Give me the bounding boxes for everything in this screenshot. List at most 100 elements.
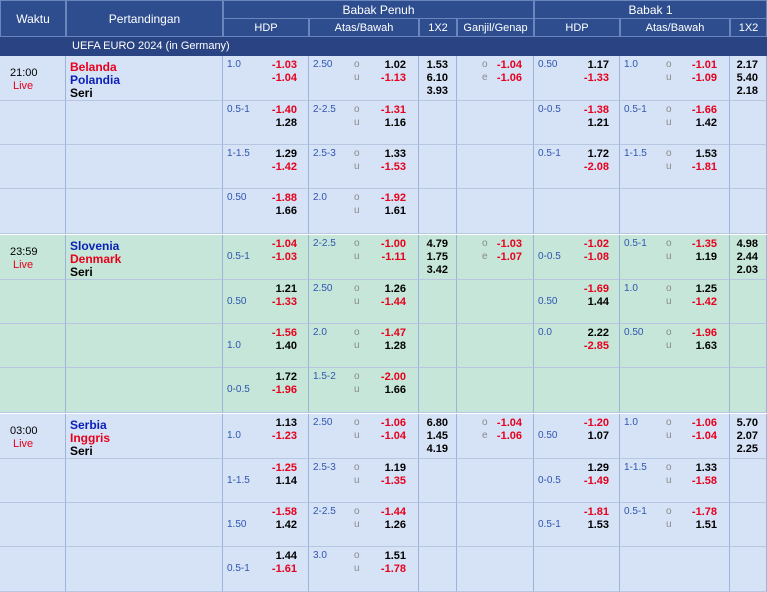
h1-1x2-home-odds[interactable]: 5.70	[718, 417, 758, 429]
h1-over-odds[interactable]: 1.33	[677, 462, 717, 474]
hdp-away-odds[interactable]: 1.28	[257, 117, 297, 129]
under-odds[interactable]: -1.78	[366, 563, 406, 575]
over-odds[interactable]: 1.02	[366, 59, 406, 71]
h1-over-odds[interactable]: -1.96	[677, 327, 717, 339]
h1-over-odds[interactable]: 1.53	[677, 148, 717, 160]
h1-hdp-home-odds[interactable]: -1.20	[569, 417, 609, 429]
h1-under-odds[interactable]: 1.42	[677, 117, 717, 129]
hdp-away-odds[interactable]: -1.03	[257, 251, 297, 263]
hdp-away-odds[interactable]: -1.33	[257, 296, 297, 308]
hdp-away-odds[interactable]: 1.66	[257, 205, 297, 217]
under-odds[interactable]: -1.04	[366, 430, 406, 442]
hdp-home-odds[interactable]: -1.88	[257, 192, 297, 204]
h1-1x2-draw-odds[interactable]: 2.25	[718, 443, 758, 455]
hdp-home-odds[interactable]: -1.04	[257, 238, 297, 250]
under-odds[interactable]: 1.26	[366, 519, 406, 531]
h1-over-odds[interactable]: -1.01	[677, 59, 717, 71]
h1-hdp-away-odds[interactable]: -2.08	[569, 161, 609, 173]
h1-hdp-away-odds[interactable]: 1.21	[569, 117, 609, 129]
hdp-home-odds[interactable]: 1.72	[257, 371, 297, 383]
h1-under-odds[interactable]: 1.19	[677, 251, 717, 263]
h1-hdp-home-odds[interactable]: -1.69	[569, 283, 609, 295]
hdp-home-odds[interactable]: -1.58	[257, 506, 297, 518]
hdp-home-odds[interactable]: 1.29	[257, 148, 297, 160]
h1-1x2-away-odds[interactable]: 5.40	[718, 72, 758, 84]
h1-hdp-home-odds[interactable]: 1.72	[569, 148, 609, 160]
1x2-away-odds[interactable]: 1.75	[408, 251, 448, 263]
under-odds[interactable]: 1.28	[366, 340, 406, 352]
h1-hdp-home-odds[interactable]: -1.02	[569, 238, 609, 250]
under-odds[interactable]: 1.61	[366, 205, 406, 217]
h1-hdp-home-odds[interactable]: 1.17	[569, 59, 609, 71]
hdp-home-odds[interactable]: 1.13	[257, 417, 297, 429]
under-odds[interactable]: -1.44	[366, 296, 406, 308]
h1-hdp-away-odds[interactable]: 1.44	[569, 296, 609, 308]
1x2-draw-odds[interactable]: 4.19	[408, 443, 448, 455]
h1-hdp-away-odds[interactable]: 1.07	[569, 430, 609, 442]
even-odds[interactable]: -1.06	[482, 430, 522, 442]
h1-under-odds[interactable]: -1.58	[677, 475, 717, 487]
h1-over-odds[interactable]: -1.06	[677, 417, 717, 429]
over-odds[interactable]: 1.19	[366, 462, 406, 474]
1x2-draw-odds[interactable]: 3.93	[408, 85, 448, 97]
h1-hdp-home-odds[interactable]: -1.81	[569, 506, 609, 518]
h1-under-odds[interactable]: 1.63	[677, 340, 717, 352]
under-odds[interactable]: 1.16	[366, 117, 406, 129]
h1-hdp-away-odds[interactable]: -1.08	[569, 251, 609, 263]
h1-1x2-away-odds[interactable]: 2.44	[718, 251, 758, 263]
under-odds[interactable]: -1.11	[366, 251, 406, 263]
h1-under-odds[interactable]: 1.51	[677, 519, 717, 531]
under-odds[interactable]: -1.53	[366, 161, 406, 173]
h1-over-odds[interactable]: 1.25	[677, 283, 717, 295]
hdp-home-odds[interactable]: -1.40	[257, 104, 297, 116]
1x2-home-odds[interactable]: 6.80	[408, 417, 448, 429]
1x2-home-odds[interactable]: 4.79	[408, 238, 448, 250]
even-odds[interactable]: -1.06	[482, 72, 522, 84]
under-odds[interactable]: -1.13	[366, 72, 406, 84]
1x2-away-odds[interactable]: 1.45	[408, 430, 448, 442]
over-odds[interactable]: -1.06	[366, 417, 406, 429]
h1-1x2-draw-odds[interactable]: 2.03	[718, 264, 758, 276]
hdp-away-odds[interactable]: 1.14	[257, 475, 297, 487]
h1-hdp-away-odds[interactable]: -1.33	[569, 72, 609, 84]
hdp-away-odds[interactable]: -1.23	[257, 430, 297, 442]
hdp-home-odds[interactable]: -1.56	[257, 327, 297, 339]
over-odds[interactable]: 1.33	[366, 148, 406, 160]
hdp-home-odds[interactable]: -1.25	[257, 462, 297, 474]
h1-hdp-away-odds[interactable]: -1.49	[569, 475, 609, 487]
h1-under-odds[interactable]: -1.04	[677, 430, 717, 442]
h1-hdp-away-odds[interactable]: -2.85	[569, 340, 609, 352]
h1-hdp-away-odds[interactable]: 1.53	[569, 519, 609, 531]
h1-hdp-home-odds[interactable]: 2.22	[569, 327, 609, 339]
even-odds[interactable]: -1.07	[482, 251, 522, 263]
hdp-away-odds[interactable]: -1.04	[257, 72, 297, 84]
h1-1x2-draw-odds[interactable]: 2.18	[718, 85, 758, 97]
odd-odds[interactable]: -1.04	[482, 59, 522, 71]
h1-under-odds[interactable]: -1.09	[677, 72, 717, 84]
over-odds[interactable]: 1.26	[366, 283, 406, 295]
hdp-home-odds[interactable]: -1.03	[257, 59, 297, 71]
1x2-away-odds[interactable]: 6.10	[408, 72, 448, 84]
h1-over-odds[interactable]: -1.66	[677, 104, 717, 116]
odd-odds[interactable]: -1.04	[482, 417, 522, 429]
under-odds[interactable]: 1.66	[366, 384, 406, 396]
over-odds[interactable]: -1.31	[366, 104, 406, 116]
odd-odds[interactable]: -1.03	[482, 238, 522, 250]
hdp-away-odds[interactable]: 1.42	[257, 519, 297, 531]
over-odds[interactable]: -1.92	[366, 192, 406, 204]
under-odds[interactable]: -1.35	[366, 475, 406, 487]
h1-1x2-home-odds[interactable]: 2.17	[718, 59, 758, 71]
hdp-away-odds[interactable]: -1.61	[257, 563, 297, 575]
h1-over-odds[interactable]: -1.35	[677, 238, 717, 250]
hdp-away-odds[interactable]: -1.96	[257, 384, 297, 396]
over-odds[interactable]: -1.00	[366, 238, 406, 250]
h1-hdp-home-odds[interactable]: -1.38	[569, 104, 609, 116]
h1-over-odds[interactable]: -1.78	[677, 506, 717, 518]
over-odds[interactable]: -1.44	[366, 506, 406, 518]
hdp-home-odds[interactable]: 1.44	[257, 550, 297, 562]
1x2-draw-odds[interactable]: 3.42	[408, 264, 448, 276]
h1-1x2-away-odds[interactable]: 2.07	[718, 430, 758, 442]
hdp-away-odds[interactable]: -1.42	[257, 161, 297, 173]
h1-hdp-home-odds[interactable]: 1.29	[569, 462, 609, 474]
1x2-home-odds[interactable]: 1.53	[408, 59, 448, 71]
